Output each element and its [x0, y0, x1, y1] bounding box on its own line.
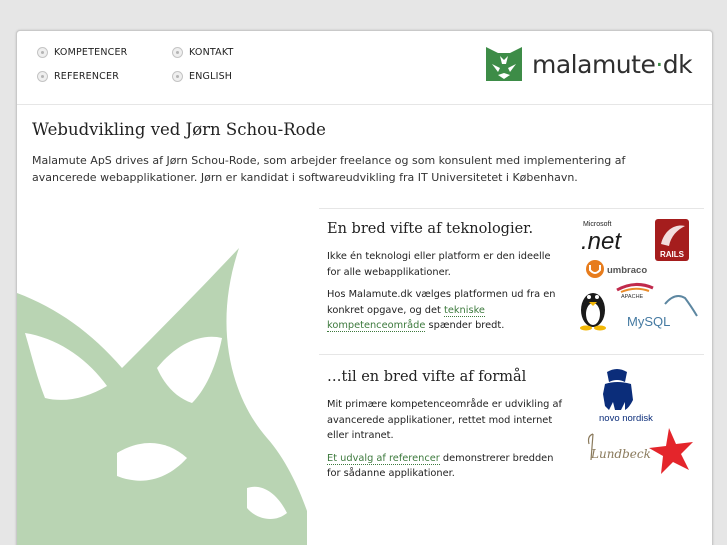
- section-divider: [319, 354, 704, 355]
- lundbeck-logo: Lundbeck: [587, 433, 651, 461]
- technologies-paragraph-2: Hos Malamute.dk vælges platformen ud fra…: [327, 289, 556, 332]
- novo-nordisk-logo: novo nordisk: [599, 369, 653, 424]
- intro-text: Malamute ApS drives af Jørn Schou-Rode, …: [32, 154, 626, 184]
- svg-text:MySQL: MySQL: [627, 314, 670, 329]
- svg-text:APACHE: APACHE: [621, 294, 644, 300]
- linux-tux-logo: [580, 293, 606, 331]
- svg-text:Microsoft: Microsoft: [583, 221, 611, 228]
- nav-item-kontakt[interactable]: KONTAKT: [172, 47, 234, 58]
- section-divider: [319, 208, 704, 209]
- nav-item-referencer[interactable]: REFERENCER: [37, 71, 119, 82]
- nav-item-label: REFERENCER: [54, 71, 120, 82]
- apache-logo: APACHE: [616, 283, 654, 300]
- mysql-logo: MySQL: [627, 295, 698, 329]
- references-link[interactable]: Et udvalg af referencer: [327, 452, 440, 465]
- bullet-icon: [37, 47, 48, 58]
- svg-text:Lundbeck: Lundbeck: [590, 447, 651, 461]
- malamute-dog-icon: [486, 47, 522, 81]
- header-divider: [17, 104, 712, 105]
- nav-item-label: ENGLISH: [189, 71, 233, 82]
- bullet-icon: [172, 47, 183, 58]
- rails-logo: RAILS: [655, 219, 689, 261]
- dotnet-logo: Microsoft .net: [581, 221, 622, 255]
- site-logo[interactable]: malamute·dk: [484, 44, 693, 84]
- logo-wordmark: malamute·dk: [532, 49, 693, 79]
- technologies-paragraph-1: Ikke én teknologi eller platform er den …: [327, 251, 551, 278]
- page-title: Webudvikling ved Jørn Schou-Rode: [32, 120, 326, 139]
- nav-item-english[interactable]: ENGLISH: [172, 71, 232, 82]
- nav-item-kompetencer[interactable]: KOMPETENCER: [37, 47, 127, 58]
- purposes-paragraph-2: Et udvalg af referencer demonstrerer bre…: [327, 452, 554, 479]
- technology-logos: Microsoft .net RAILS umbraco APACHE MySQ…: [577, 216, 712, 336]
- svg-text:novo nordisk: novo nordisk: [599, 413, 653, 424]
- nav-item-label: KOMPETENCER: [54, 47, 128, 58]
- red-star-logo: [649, 428, 693, 474]
- svg-text:.net: .net: [581, 228, 622, 255]
- bullet-icon: [172, 71, 183, 82]
- client-logos: novo nordisk Lundbeck: [577, 366, 712, 476]
- decorative-shape: [17, 248, 307, 545]
- svg-text:RAILS: RAILS: [660, 250, 685, 259]
- bullet-icon: [37, 71, 48, 82]
- umbraco-logo: umbraco: [586, 260, 647, 278]
- page-container: KOMPETENCER KONTAKT REFERENCER ENGLISH m…: [16, 30, 713, 545]
- svg-text:umbraco: umbraco: [607, 265, 647, 276]
- nav-item-label: KONTAKT: [189, 47, 234, 58]
- purposes-paragraph-1: Mit primære kompetenceområde er udviklin…: [327, 399, 562, 441]
